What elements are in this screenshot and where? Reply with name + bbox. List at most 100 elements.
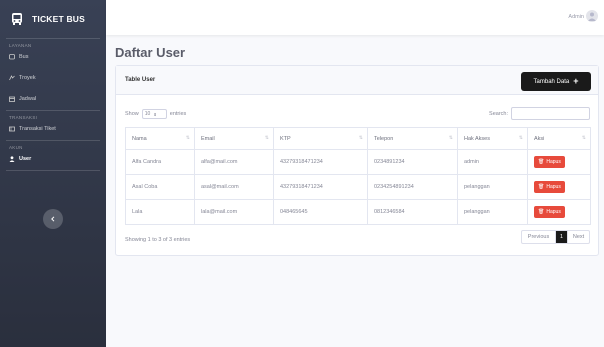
column-header-telepon[interactable]: Telepon ⇅ — [367, 127, 458, 150]
sidebar-item-label: User — [19, 156, 32, 162]
sidebar-heading-akun: AKUN — [9, 145, 23, 150]
cell-email: alfa@mail.com — [194, 149, 274, 175]
chevron-left-icon — [51, 216, 55, 222]
delete-button[interactable]: 🗑 Hapus — [534, 206, 565, 218]
entries-length-control: Show 10 ⬍ entries — [125, 109, 186, 119]
table-row: Lala lala@mail.com 048465645 0812346584 … — [125, 199, 591, 225]
user-table-card: Table User Tambah Data + Show 10 ⬍ entri… — [115, 65, 599, 256]
cell-aksi: 🗑 Hapus — [527, 174, 591, 200]
add-data-label: Tambah Data — [533, 78, 570, 85]
sort-icon: ⇅ — [518, 135, 523, 141]
card-header: Table User Tambah Data + — [116, 66, 598, 95]
column-header-email[interactable]: Email ⇅ — [194, 127, 274, 150]
sort-icon: ⇅ — [358, 135, 363, 141]
user-table: Nama ⇅ Email ⇅ KTP ⇅ Telepon ⇅ Hak Akses ⇅ Ak… — [125, 127, 591, 225]
cell-telepon: 0234254891234 — [367, 174, 458, 200]
cell-nama: Lala — [125, 199, 195, 225]
ticket-icon — [9, 126, 15, 132]
entries-select-value: 10 — [144, 111, 151, 117]
delete-button[interactable]: 🗑 Hapus — [534, 156, 565, 168]
sidebar-item-user[interactable]: User — [0, 152, 106, 166]
sidebar-item-label: Transaksi Tiket — [19, 126, 56, 132]
cell-aksi: 🗑 Hapus — [527, 149, 591, 175]
pagination: Previous 1 Next — [521, 230, 590, 244]
chevron-updown-icon: ⬍ — [153, 111, 157, 117]
brand[interactable]: TICKET BUS — [0, 0, 106, 38]
cell-ktp: 048465645 — [273, 199, 368, 225]
delete-label: Hapus — [546, 159, 561, 165]
calendar-icon — [9, 96, 15, 102]
cell-hak-akses: pelanggan — [457, 174, 528, 200]
cell-ktp: 43279318471234 — [273, 149, 368, 175]
column-header-aksi[interactable]: Aksi ⇅ — [527, 127, 591, 150]
pagination-previous[interactable]: Previous — [522, 231, 556, 243]
sort-icon: ⇅ — [185, 135, 190, 141]
cell-nama: Alfa Candra — [125, 149, 195, 175]
plus-icon: + — [573, 76, 579, 86]
sort-icon: ⇅ — [264, 135, 269, 141]
sidebar-item-transaksi-tiket[interactable]: Transaksi Tiket — [0, 122, 106, 136]
table-row: Asal Coba asal@mail.com 43279318471234 0… — [125, 174, 591, 200]
cell-aksi: 🗑 Hapus — [527, 199, 591, 225]
column-label: Telepon — [374, 135, 394, 142]
sidebar-item-bus[interactable]: Bus — [0, 50, 106, 64]
route-icon — [9, 75, 15, 81]
sidebar-heading-layanan: LAYANAN — [9, 43, 32, 48]
trash-icon: 🗑 — [538, 159, 545, 165]
search-control: Search: — [489, 107, 590, 120]
column-header-hak-akses[interactable]: Hak Akses ⇅ — [457, 127, 528, 150]
page-title: Daftar User — [115, 45, 186, 60]
brand-title: TICKET BUS — [32, 14, 85, 24]
sidebar: TICKET BUS LAYANAN Bus Troyek Jadwal TRA… — [0, 0, 106, 347]
cell-email: lala@mail.com — [194, 199, 274, 225]
search-label: Search: — [489, 110, 508, 117]
table-header-row: Nama ⇅ Email ⇅ KTP ⇅ Telepon ⇅ Hak Akses ⇅ Ak… — [125, 127, 591, 150]
pagination-next[interactable]: Next — [567, 231, 589, 243]
table-info: Showing 1 to 3 of 3 entries — [125, 237, 191, 243]
card-title: Table User — [125, 77, 156, 83]
sidebar-item-troyek[interactable]: Troyek — [0, 71, 106, 85]
entries-select[interactable]: 10 ⬍ — [141, 109, 167, 119]
cell-hak-akses: pelanggan — [457, 199, 528, 225]
user-icon — [9, 156, 15, 162]
column-label: KTP — [280, 135, 291, 142]
sidebar-item-label: Troyek — [19, 75, 36, 81]
cell-ktp: 43279318471234 — [273, 174, 368, 200]
user-avatar-icon — [588, 12, 596, 21]
trash-icon: 🗑 — [538, 184, 545, 190]
delete-label: Hapus — [546, 209, 561, 215]
add-data-button[interactable]: Tambah Data + — [521, 72, 591, 91]
topbar: Admin — [106, 0, 604, 35]
sidebar-toggle-button[interactable] — [43, 209, 63, 229]
sort-icon: ⇅ — [581, 135, 586, 141]
cell-telepon: 0234891234 — [367, 149, 458, 175]
column-label: Hak Akses — [464, 135, 490, 142]
column-label: Email — [201, 135, 215, 142]
trash-icon: 🗑 — [538, 209, 545, 215]
delete-button[interactable]: 🗑 Hapus — [534, 181, 565, 193]
show-label: Show — [125, 111, 139, 117]
bus-icon — [12, 13, 22, 25]
column-header-ktp[interactable]: KTP ⇅ — [273, 127, 368, 150]
user-name[interactable]: Admin — [568, 14, 584, 20]
column-header-nama[interactable]: Nama ⇅ — [125, 127, 195, 150]
sort-icon: ⇅ — [448, 135, 453, 141]
pagination-page-1[interactable]: 1 — [556, 231, 567, 243]
search-input[interactable] — [511, 107, 590, 120]
cell-nama: Asal Coba — [125, 174, 195, 200]
sidebar-heading-transaksi: TRANSAKSI — [9, 115, 38, 120]
sidebar-item-label: Bus — [19, 54, 29, 60]
avatar[interactable] — [586, 10, 598, 22]
entries-label: entries — [169, 111, 187, 117]
sidebar-item-label: Jadwal — [19, 96, 37, 102]
bus-icon — [9, 54, 15, 60]
column-label: Nama — [132, 135, 147, 142]
sidebar-divider — [6, 170, 100, 171]
column-label: Aksi — [534, 135, 545, 142]
cell-telepon: 0812346584 — [367, 199, 458, 225]
cell-email: asal@mail.com — [194, 174, 274, 200]
sidebar-item-jadwal[interactable]: Jadwal — [0, 92, 106, 106]
table-row: Alfa Candra alfa@mail.com 43279318471234… — [125, 149, 591, 175]
delete-label: Hapus — [546, 184, 561, 190]
cell-hak-akses: admin — [457, 149, 528, 175]
